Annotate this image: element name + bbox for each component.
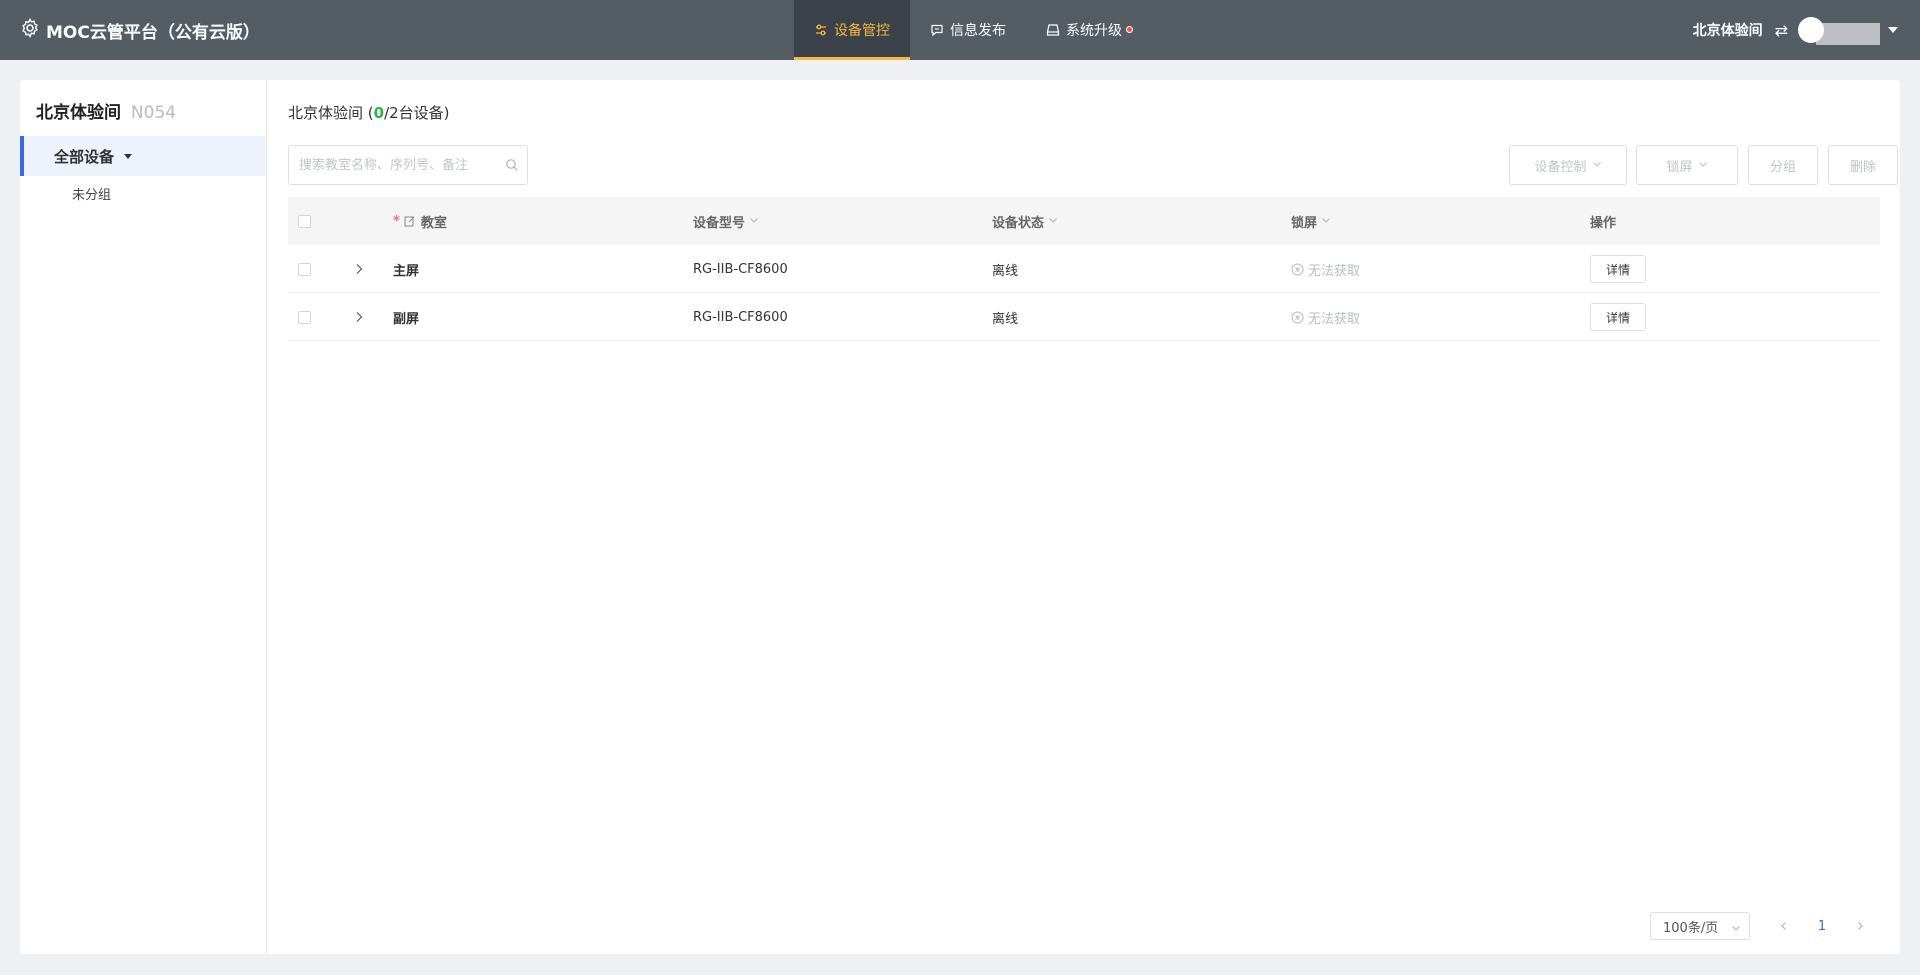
- sidebar-item-all-devices[interactable]: 全部设备: [20, 136, 265, 176]
- gear-icon: [20, 17, 46, 43]
- main-nav: 设备管控 信息发布 系统升级: [794, 0, 1153, 60]
- row-checkbox[interactable]: [298, 262, 311, 276]
- nav-info-publish[interactable]: 信息发布: [910, 0, 1026, 60]
- pagination: 100条/页 1: [1650, 912, 1880, 940]
- user-area: 北京体验间 ⇄: [1693, 0, 1898, 60]
- detail-button[interactable]: 详情: [1590, 303, 1646, 331]
- sidebar-title: 北京体验间 N054: [36, 98, 176, 123]
- search-icon[interactable]: [505, 158, 519, 176]
- column-label: 设备型号: [693, 215, 746, 231]
- close-circle-icon: [1291, 311, 1308, 324]
- nav-label: 信息发布: [950, 23, 1006, 39]
- chevron-down-icon: [1731, 922, 1741, 937]
- table-row: 主屏 RG-IIB-CF8600 离线 无法获取 详情: [288, 245, 1880, 293]
- column-label: 教室: [420, 215, 447, 231]
- page-number[interactable]: 1: [1808, 912, 1836, 940]
- column-action: 操作: [1590, 215, 1617, 231]
- lock-status-label: 无法获取: [1308, 311, 1361, 327]
- column-model[interactable]: 设备型号: [693, 197, 759, 245]
- nav-label: 设备管控: [834, 23, 890, 39]
- swap-icon[interactable]: ⇄: [1775, 21, 1788, 40]
- page-title: 北京体验间 (0/2台设备): [288, 102, 450, 123]
- action-cell: 详情: [1590, 293, 1646, 341]
- heading-prefix: 北京体验间 (: [288, 104, 374, 122]
- device-control-button[interactable]: 设备控制: [1509, 145, 1627, 185]
- delete-button[interactable]: 删除: [1828, 145, 1898, 185]
- app-title: MOC云管平台（公有云版）: [46, 22, 260, 43]
- button-label: 锁屏: [1666, 159, 1693, 175]
- action-cell: 详情: [1590, 245, 1646, 293]
- avatar[interactable]: [1798, 17, 1824, 43]
- message-icon: [930, 23, 944, 37]
- detail-button[interactable]: 详情: [1590, 255, 1646, 283]
- nav-system-upgrade[interactable]: 系统升级: [1026, 0, 1153, 60]
- sliders-icon: [814, 23, 828, 37]
- chevron-down-icon[interactable]: [1888, 27, 1898, 33]
- device-status: 离线: [992, 263, 1019, 279]
- content-area: 北京体验间 (0/2台设备) 设备控制 锁屏 分组 删除 * 教室: [288, 80, 1898, 954]
- online-count: 0: [373, 104, 385, 122]
- location-name: 北京体验间: [36, 103, 121, 123]
- row-select-cell: [298, 293, 311, 341]
- button-label: 设备控制: [1534, 159, 1587, 175]
- caret-down-icon: [124, 153, 133, 159]
- main-panel: 北京体验间 N054 全部设备 未分组 北京体验间 (0/2台设备) 设备控制 …: [20, 80, 1900, 954]
- page-size-label: 100条/页: [1663, 920, 1719, 936]
- group-button[interactable]: 分组: [1748, 145, 1818, 185]
- close-circle-icon: [1291, 263, 1308, 276]
- location-code: N054: [130, 103, 177, 123]
- org-name[interactable]: 北京体验间: [1693, 20, 1763, 40]
- required-marker: *: [393, 213, 400, 229]
- brand[interactable]: MOC云管平台（公有云版）: [20, 0, 260, 60]
- chevron-down-icon: [1698, 158, 1708, 173]
- column-lock[interactable]: 锁屏: [1291, 197, 1331, 245]
- column-classroom[interactable]: * 教室: [393, 197, 447, 245]
- username-redacted: [1816, 23, 1880, 45]
- device-status: 离线: [992, 311, 1019, 327]
- expand-icon[interactable]: [354, 293, 364, 341]
- chevron-down-icon: [1321, 214, 1331, 229]
- classroom-name: 副屏: [393, 311, 420, 327]
- heading-suffix: /2台设备): [384, 104, 450, 122]
- expand-icon[interactable]: [354, 245, 364, 293]
- edit-icon: [404, 215, 416, 227]
- page-size-select[interactable]: 100条/页: [1650, 912, 1750, 940]
- column-label: 锁屏: [1291, 215, 1318, 231]
- nav-label: 系统升级: [1066, 23, 1122, 39]
- sidebar-item-label: 全部设备: [54, 147, 115, 166]
- select-all-cell: [298, 197, 311, 245]
- lock-status: 无法获取: [1291, 245, 1360, 293]
- select-all-checkbox[interactable]: [298, 214, 311, 228]
- chevron-down-icon: [1048, 214, 1058, 229]
- prev-page-button[interactable]: [1770, 912, 1798, 940]
- lock-screen-button[interactable]: 锁屏: [1636, 145, 1738, 185]
- device-model: RG-IIB-CF8600: [693, 309, 788, 325]
- next-page-button[interactable]: [1846, 912, 1874, 940]
- upgrade-icon: [1046, 23, 1060, 37]
- column-status[interactable]: 设备状态: [992, 197, 1058, 245]
- search-box[interactable]: [288, 145, 528, 185]
- chevron-down-icon: [1592, 158, 1602, 173]
- lock-status: 无法获取: [1291, 293, 1360, 341]
- table-row: 副屏 RG-IIB-CF8600 离线 无法获取 详情: [288, 293, 1880, 341]
- lock-status-label: 无法获取: [1308, 263, 1361, 279]
- row-select-cell: [298, 245, 311, 293]
- chevron-down-icon: [749, 214, 759, 229]
- search-input[interactable]: [299, 157, 489, 173]
- classroom-name: 主屏: [393, 263, 420, 279]
- notification-badge: [1126, 25, 1133, 33]
- column-label: 设备状态: [992, 215, 1045, 231]
- device-table: * 教室 设备型号 设备状态 锁屏 操作 主屏 RG-IIB-CF8600 离线…: [288, 197, 1880, 341]
- nav-device-control[interactable]: 设备管控: [794, 0, 910, 60]
- device-model: RG-IIB-CF8600: [693, 261, 788, 277]
- row-checkbox[interactable]: [298, 310, 311, 324]
- sidebar: 北京体验间 N054 全部设备 未分组: [20, 80, 267, 954]
- sidebar-item-ungrouped[interactable]: 未分组: [72, 184, 111, 203]
- top-navigation-bar: MOC云管平台（公有云版） 设备管控 信息发布 系统升级 北京体验间 ⇄: [0, 0, 1920, 60]
- table-header: * 教室 设备型号 设备状态 锁屏 操作: [288, 197, 1880, 245]
